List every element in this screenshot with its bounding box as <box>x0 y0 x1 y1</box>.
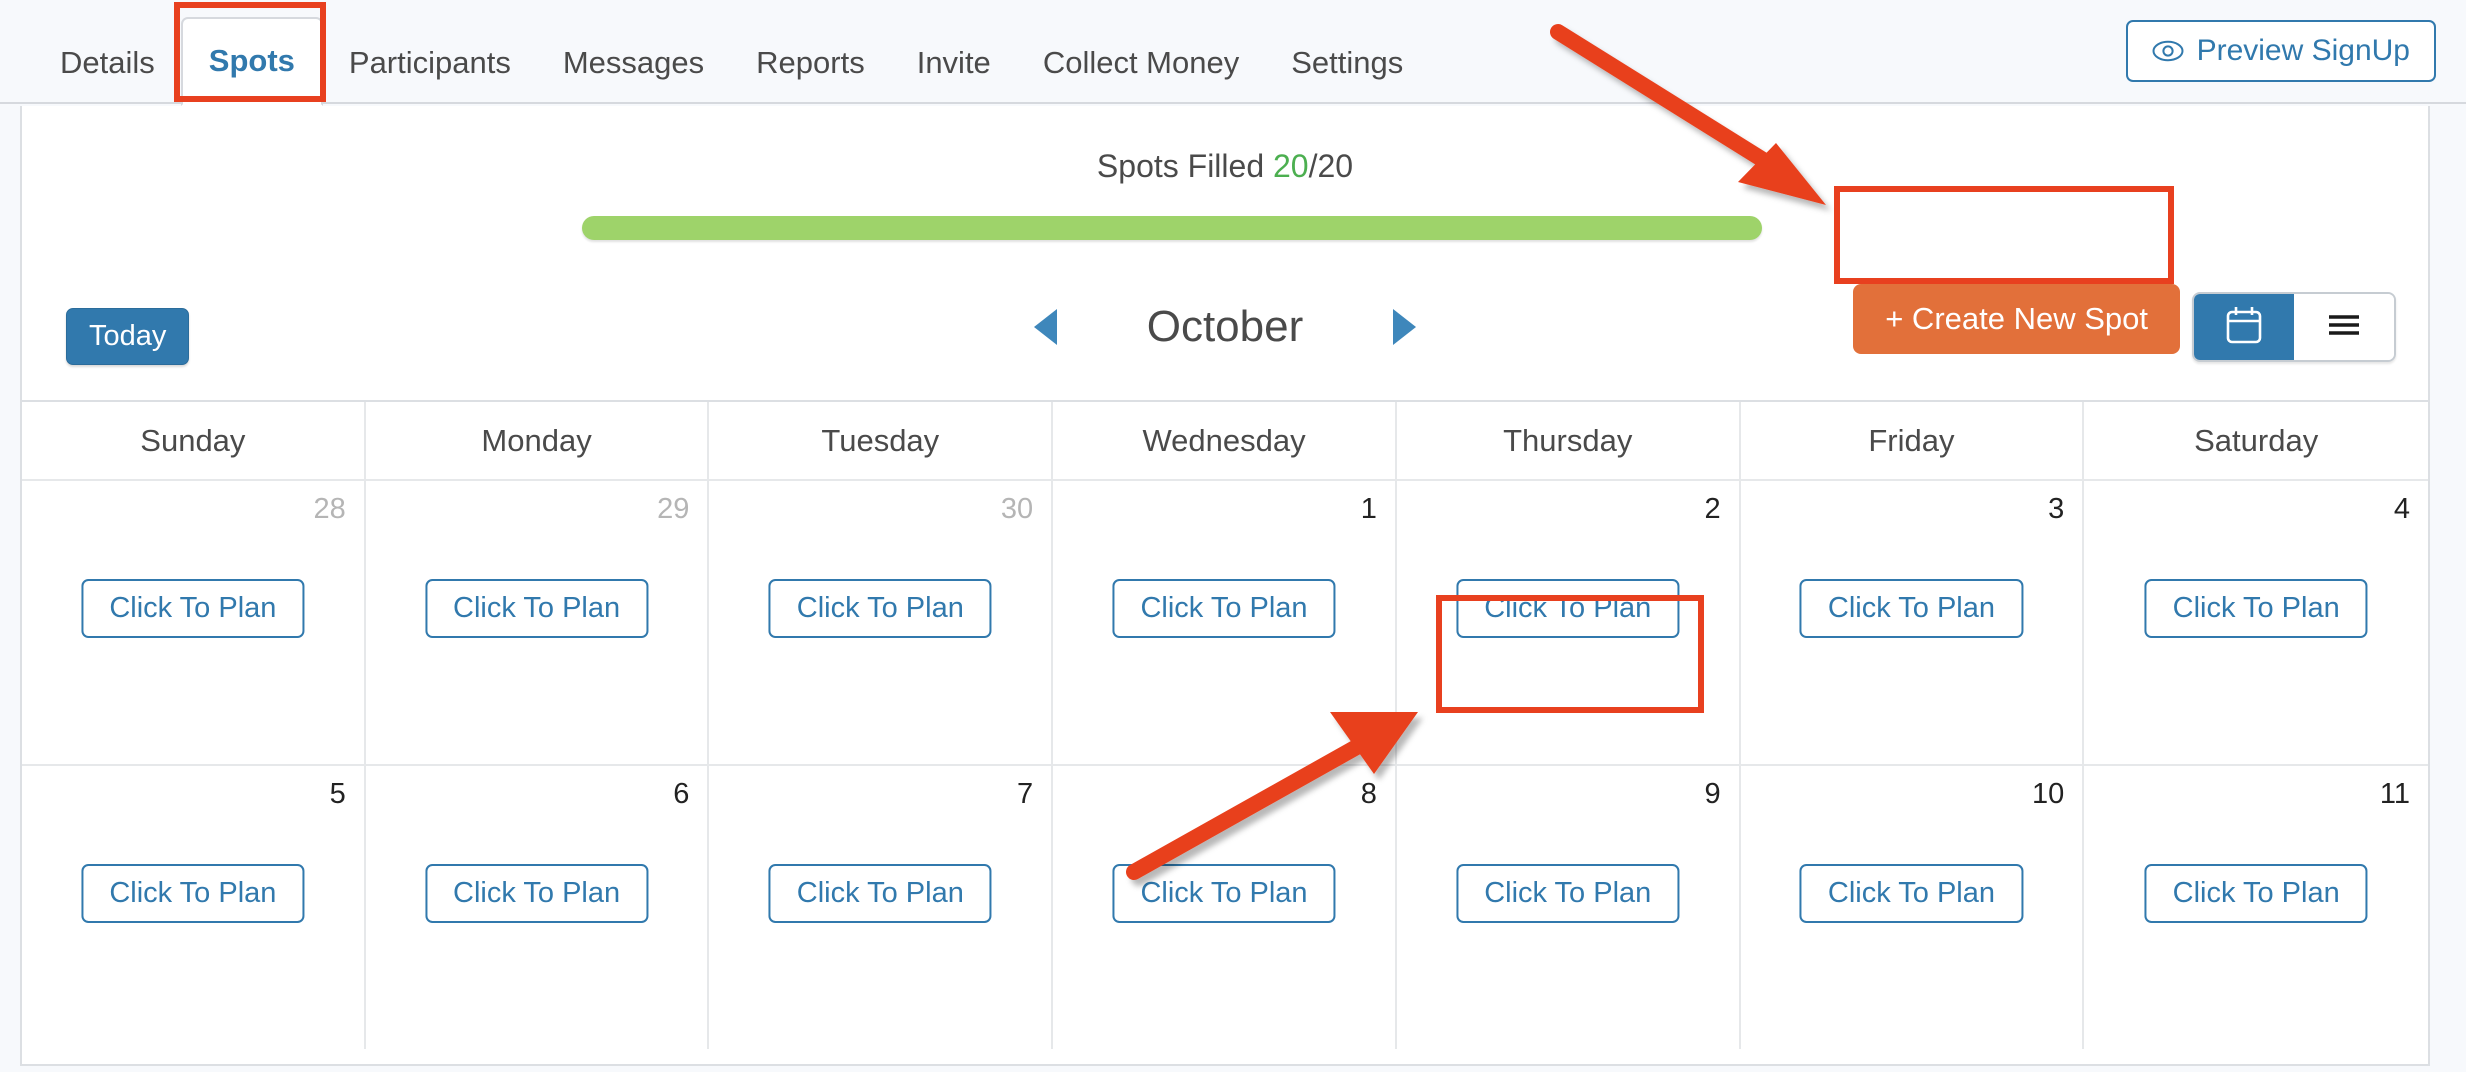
scrollbar-gutter[interactable] <box>2448 106 2466 1072</box>
click-to-plan-button[interactable]: Click To Plan <box>81 864 305 923</box>
calendar-day-number: 4 <box>2393 493 2411 525</box>
calendar-day-cell[interactable]: 10 Click To Plan <box>1740 764 2085 1049</box>
click-to-plan-button[interactable]: Click To Plan <box>1799 579 2023 638</box>
calendar-week-row: 28 Click To Plan 29 Click To Plan 30 Click To… <box>22 479 2429 764</box>
calendar-day-cell[interactable]: 7 Click To Plan <box>709 764 1054 1049</box>
calendar-day-number: 9 <box>1704 778 1721 810</box>
click-to-plan-button[interactable]: Click To Plan <box>2144 579 2368 638</box>
click-to-plan-button[interactable]: Click To Plan <box>768 864 992 923</box>
calendar-header-wednesday: Wednesday <box>1053 402 1397 479</box>
click-to-plan-button[interactable]: Click To Plan <box>1456 864 1680 923</box>
calendar-day-cell[interactable]: 9 Click To Plan <box>1396 764 1741 1049</box>
calendar-weeks: 28 Click To Plan 29 Click To Plan 30 Click To… <box>22 479 2429 1049</box>
spots-progress-bar <box>582 216 1762 240</box>
calendar-day-cell[interactable]: 1 Click To Plan <box>1053 479 1397 764</box>
spots-filled-count: 20 <box>1273 148 1309 184</box>
calendar-day-headers: Sunday Monday Tuesday Wednesday Thursday Frid… <box>22 402 2428 479</box>
tab-list: Details Spots Participants Messages Reports I… <box>34 0 1429 106</box>
click-to-plan-button[interactable]: Click To Plan <box>425 864 649 923</box>
calendar-day-number: 11 <box>2379 778 2411 810</box>
calendar-day-cell[interactable]: 8 Click To Plan <box>1053 764 1397 1049</box>
click-to-plan-button[interactable]: Click To Plan <box>1112 579 1336 638</box>
tab-settings[interactable]: Settings <box>1265 47 1429 104</box>
eye-icon <box>2152 40 2184 62</box>
spots-total-count: 20 <box>1317 148 1354 184</box>
spots-panel: Spots Filled 20/20 + Create New Spot Tod… <box>20 106 2430 1066</box>
calendar-day-number: 5 <box>329 778 346 810</box>
calendar-day-cell[interactable]: 4 Click To Plan <box>2084 479 2429 764</box>
calendar-header-sunday: Sunday <box>22 402 366 479</box>
current-month-label: October <box>1146 302 1304 351</box>
calendar-day-number: 6 <box>673 778 690 810</box>
calendar-day-number: 8 <box>1360 778 1377 810</box>
click-to-plan-button[interactable]: Click To Plan <box>425 579 649 638</box>
previous-month-button[interactable] <box>1016 309 1075 345</box>
spots-progress-fill <box>582 216 1762 240</box>
calendar-header-monday: Monday <box>366 402 710 479</box>
calendar-header-saturday: Saturday <box>2194 422 2319 458</box>
preview-signup-button[interactable]: Preview SignUp <box>2125 20 2436 82</box>
calendar-day-cell[interactable]: 5 Click To Plan <box>22 764 366 1049</box>
click-to-plan-button[interactable]: Click To Plan <box>2144 864 2368 923</box>
triangle-right-icon <box>1393 309 1416 345</box>
calendar-day-number: 2 <box>1704 493 1721 525</box>
month-selector: October <box>22 302 2428 352</box>
calendar-header-friday: Friday <box>1741 402 2085 479</box>
spots-filled-label: Spots Filled 20/20 <box>22 148 2428 185</box>
calendar-header-tuesday: Tuesday <box>709 402 1054 479</box>
calendar-header-thursday: Thursday <box>1397 402 1741 479</box>
tab-details[interactable]: Details <box>34 47 181 104</box>
tab-participants[interactable]: Participants <box>323 47 537 104</box>
calendar-day-cell[interactable]: 3 Click To Plan <box>1740 479 2085 764</box>
next-month-button[interactable] <box>1375 309 1434 345</box>
calendar-day-number: 1 <box>1360 493 1377 525</box>
calendar-day-number: 10 <box>2032 778 2065 810</box>
calendar-day-cell[interactable]: 6 Click To Plan <box>365 764 710 1049</box>
tab-spots[interactable]: Spots <box>180 17 323 106</box>
calendar-day-number: 7 <box>1017 778 1034 810</box>
click-to-plan-button[interactable]: Click To Plan <box>1799 864 2023 923</box>
click-to-plan-button[interactable]: Click To Plan <box>768 579 992 638</box>
calendar-day-number: 28 <box>313 493 346 525</box>
calendar-day-cell[interactable]: 2 Click To Plan <box>1396 479 1741 764</box>
preview-signup-label: Preview SignUp <box>2196 34 2410 67</box>
tab-invite[interactable]: Invite <box>891 47 1017 104</box>
calendar-day-cell[interactable]: 28 Click To Plan <box>22 479 366 764</box>
click-to-plan-button[interactable]: Click To Plan <box>1456 579 1680 638</box>
triangle-left-icon <box>1034 309 1057 345</box>
calendar-day-cell[interactable]: 11 Click To Plan <box>2084 764 2429 1049</box>
tab-messages[interactable]: Messages <box>537 47 730 104</box>
calendar-day-cell[interactable]: 30 Click To Plan <box>709 479 1054 764</box>
calendar-day-number: 3 <box>2048 493 2065 525</box>
tab-reports[interactable]: Reports <box>730 47 891 104</box>
calendar-day-cell[interactable]: 29 Click To Plan <box>365 479 710 764</box>
month-navigation: Today October <box>22 288 2428 400</box>
tab-collect-money[interactable]: Collect Money <box>1017 47 1265 104</box>
click-to-plan-button[interactable]: Click To Plan <box>81 579 305 638</box>
spots-filled-prefix: Spots Filled <box>1096 148 1273 184</box>
tab-bar: Details Spots Participants Messages Reports I… <box>0 0 2466 106</box>
click-to-plan-button[interactable]: Click To Plan <box>1112 864 1336 923</box>
calendar-grid: Sunday Monday Tuesday Wednesday Thursday Frid… <box>22 400 2429 1049</box>
calendar-day-number: 30 <box>1000 493 1034 525</box>
calendar-day-number: 29 <box>657 493 690 525</box>
spots-summary: Spots Filled 20/20 + Create New Spot <box>22 106 2428 362</box>
calendar-week-row: 5 Click To Plan 6 Click To Plan 7 Click To Pl… <box>22 764 2429 1049</box>
